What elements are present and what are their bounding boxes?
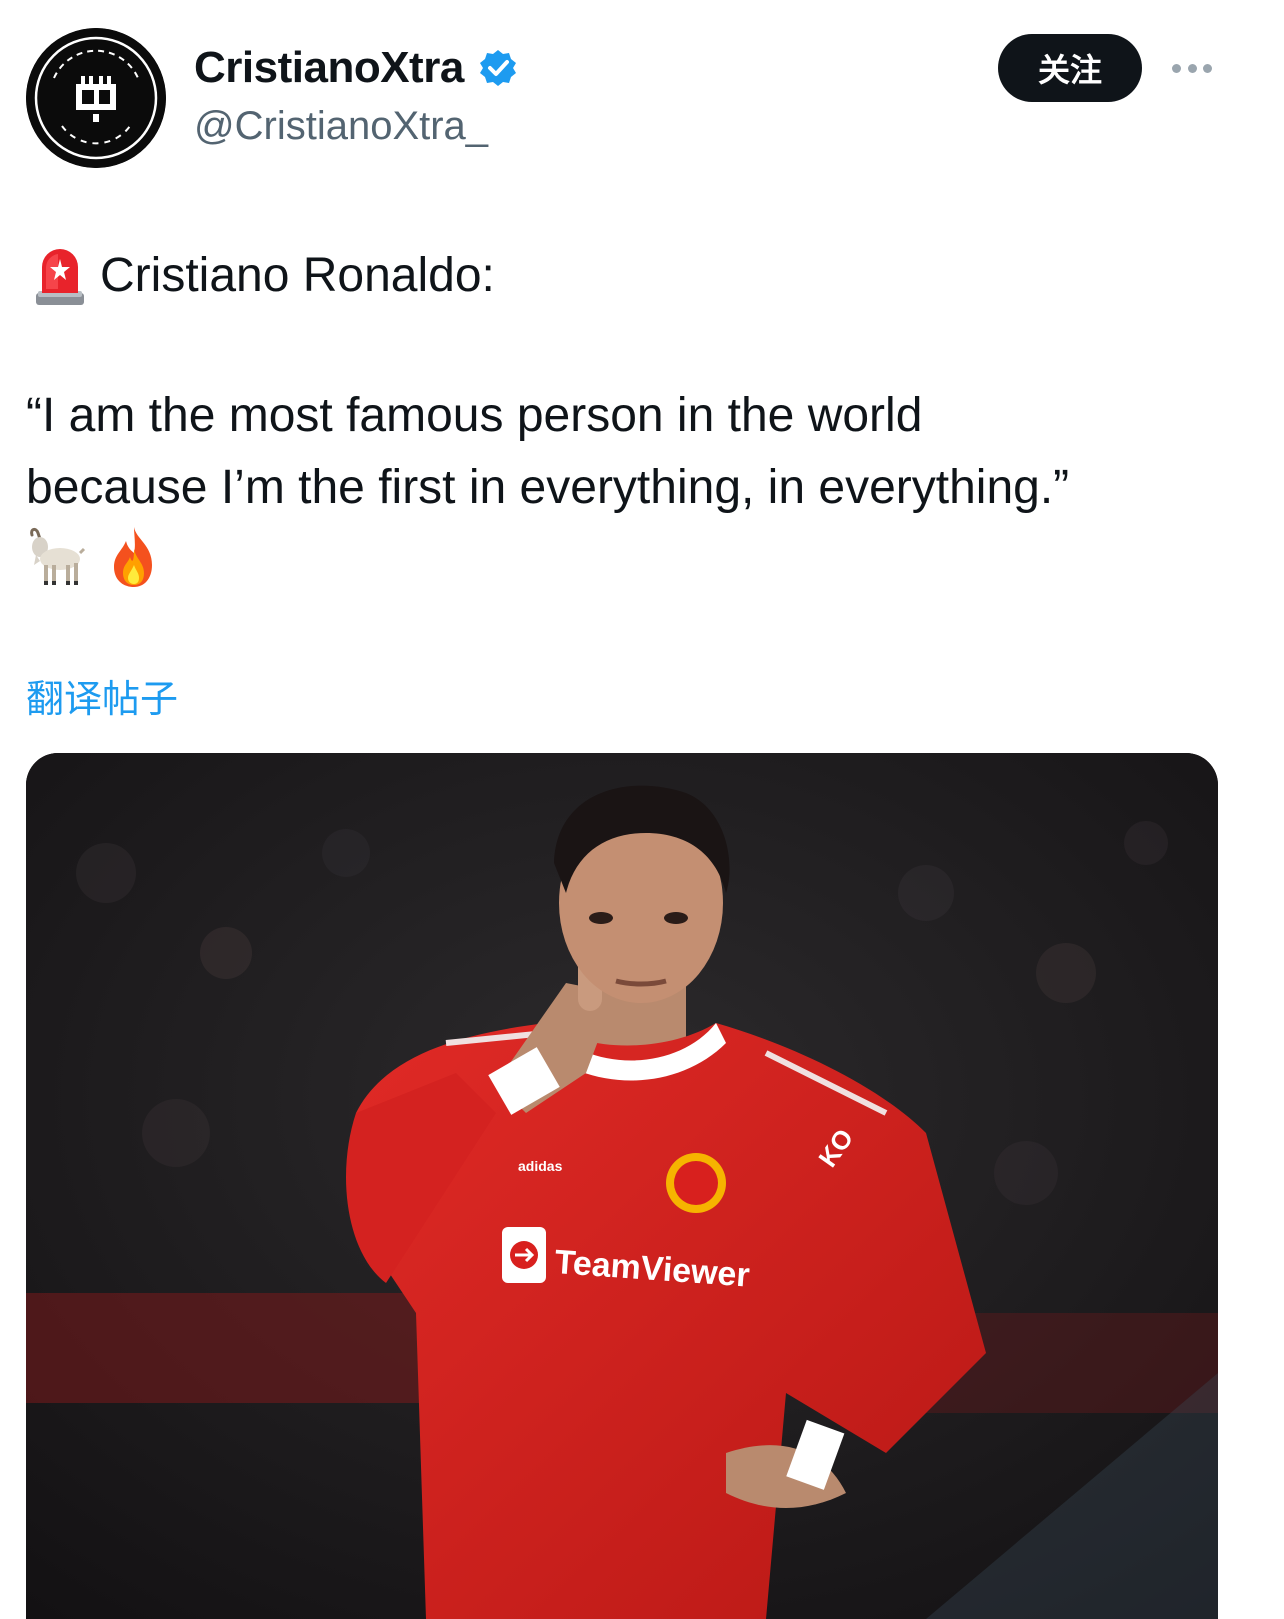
dot xyxy=(1172,63,1181,73)
tweet-title-line: Cristiano Ronaldo: xyxy=(26,240,1258,312)
verified-badge-icon xyxy=(479,50,516,86)
photo-player-shushing-gesture: TeamViewer KO adidas xyxy=(26,753,1218,1619)
tweet-quote-line-2: because I’m the first in everything, in … xyxy=(26,461,1070,514)
tweet-media-photo[interactable]: TeamViewer KO adidas xyxy=(26,753,1218,1619)
goat-icon xyxy=(30,527,86,585)
police-car-light-icon xyxy=(36,249,84,305)
translate-post-link[interactable]: 翻译帖子 xyxy=(26,668,178,723)
tweet-title-text: Cristiano Ronaldo: xyxy=(100,249,495,302)
user-handle[interactable]: @CristianoXtra_ xyxy=(194,104,518,149)
follow-button[interactable]: 关注 xyxy=(998,34,1142,102)
tweet-header: CristianoXtra @CristianoXtra_ 关注 xyxy=(26,28,1258,168)
avatar[interactable] xyxy=(26,28,166,168)
emoji-row xyxy=(26,525,182,589)
cristianoxtra-logo-icon xyxy=(26,28,166,168)
dot xyxy=(1203,63,1212,73)
tweet-quote-line-1: “I am the most famous person in the worl… xyxy=(26,389,923,442)
club-crest xyxy=(666,1153,726,1213)
more-dots-icon[interactable] xyxy=(1166,46,1218,90)
kit-brand-mark: adidas xyxy=(518,1158,563,1174)
display-name[interactable]: CristianoXtra xyxy=(194,43,464,93)
name-block: CristianoXtra @CristianoXtra_ xyxy=(194,42,518,149)
fire-icon xyxy=(114,527,152,587)
display-name-row: CristianoXtra xyxy=(194,42,518,94)
dot xyxy=(1187,63,1197,73)
